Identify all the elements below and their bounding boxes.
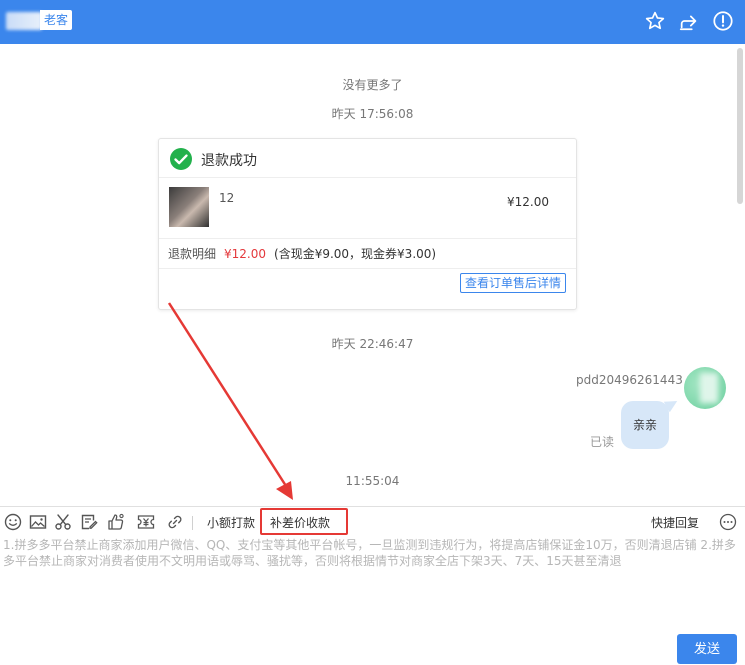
refund-title: 退款成功 <box>201 153 257 169</box>
send-button[interactable]: 发送 <box>677 634 737 664</box>
timestamp: 11:55:04 <box>345 474 400 488</box>
edit-note-icon[interactable] <box>80 513 98 531</box>
coupon-icon[interactable] <box>137 513 155 531</box>
thumbs-up-icon[interactable] <box>107 513 125 531</box>
image-icon[interactable] <box>29 513 47 531</box>
chat-scrollbar[interactable] <box>737 48 743 204</box>
customer-name-blurred <box>6 12 42 30</box>
refund-card-footer: 查看订单售后详情 <box>159 269 576 309</box>
product-thumbnail[interactable] <box>169 187 209 227</box>
refund-amount: ¥12.00 <box>224 247 267 261</box>
product-price: ¥12.00 <box>507 195 549 209</box>
no-more-text: 没有更多了 <box>342 78 403 92</box>
avatar[interactable] <box>684 367 726 409</box>
refund-detail-row: 退款明细 ¥12.00 (含现金¥9.00，现金券¥3.00) <box>159 239 576 269</box>
link-icon[interactable] <box>166 513 184 531</box>
avatar-blur <box>700 373 718 403</box>
product-name: 12 <box>219 191 235 205</box>
refund-product-row: 12 ¥12.00 <box>159 178 576 239</box>
quick-reply-button[interactable]: 快捷回复 <box>651 514 699 531</box>
refund-breakdown: (含现金¥9.00，现金券¥3.00) <box>274 247 437 261</box>
timestamp: 昨天 22:46:47 <box>331 337 414 351</box>
toolbar-separator <box>192 516 193 530</box>
chat-header: 老客 <box>0 0 745 44</box>
refund-card-header: 退款成功 <box>159 139 576 178</box>
input-toolbar: 小额打款 补差价收款 快捷回复 <box>0 506 745 536</box>
read-status: 已读 <box>590 435 615 449</box>
small-payment-button[interactable]: 小额打款 <box>207 514 255 531</box>
share-icon[interactable] <box>678 10 700 32</box>
emoji-icon[interactable] <box>4 513 22 531</box>
star-icon[interactable] <box>644 10 666 32</box>
refund-detail-label: 退款明细 <box>168 247 217 261</box>
more-icon[interactable] <box>719 513 737 531</box>
scissors-icon[interactable] <box>54 513 72 531</box>
sender-name: pdd20496261443 <box>576 373 683 387</box>
view-aftersale-detail-button[interactable]: 查看订单售后详情 <box>459 273 566 293</box>
customer-tag: 老客 <box>40 10 73 30</box>
success-check-icon <box>170 148 192 170</box>
warning-icon[interactable] <box>712 10 734 32</box>
refund-card: 退款成功 12 ¥12.00 退款明细 ¥12.00 (含现金¥9.00，现金券¥3… <box>158 138 577 310</box>
timestamp: 昨天 17:56:08 <box>331 107 414 121</box>
message-bubble[interactable]: 亲亲 <box>621 401 669 449</box>
highlight-box <box>260 508 348 535</box>
message-input[interactable]: 1.拼多多平台禁止商家添加用户微信、QQ、支付宝等其他平台帐号，一旦监测到违规行… <box>3 537 741 569</box>
